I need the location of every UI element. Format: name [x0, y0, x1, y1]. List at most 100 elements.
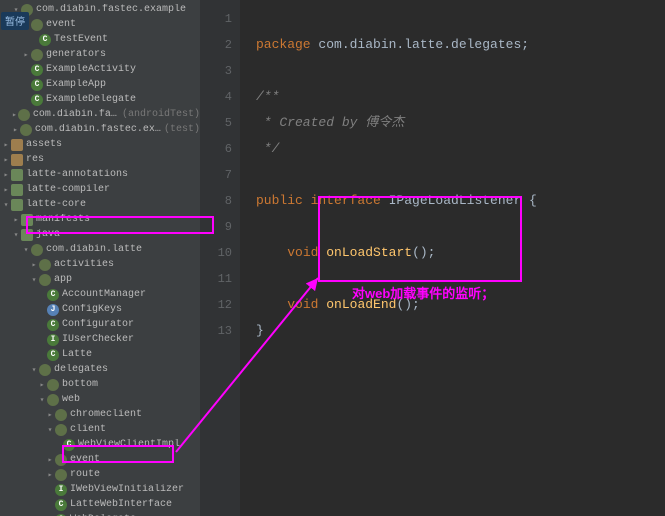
tree-node[interactable]: ▸bottom [0, 377, 200, 392]
tree-label: com.diabin.fastec.example [36, 4, 186, 15]
tree-label: IWebViewInitializer [70, 484, 184, 495]
class-icon: C [31, 64, 43, 76]
tree-node[interactable]: ▸ com.diabin.fastec.example (androidTest) [0, 107, 200, 122]
tree-node[interactable]: IIWebViewInitializer [0, 482, 200, 497]
tree-node[interactable]: ▸ assets [0, 137, 200, 152]
tree-node[interactable]: ▸chromeclient [0, 407, 200, 422]
code-editor[interactable]: 12345678910111213 package com.diabin.lat… [200, 0, 665, 516]
tree-node[interactable]: ▸manifests [0, 212, 200, 227]
expand-arrow-icon[interactable]: ▸ [12, 110, 17, 120]
tree-node[interactable]: ▸activities [0, 257, 200, 272]
tree-node[interactable]: ▾com.diabin.fastec.example [0, 2, 200, 17]
pkg-icon [39, 364, 51, 376]
expand-arrow-icon[interactable]: ▾ [2, 200, 10, 210]
expand-arrow-icon[interactable]: ▸ [2, 185, 10, 195]
pkg-icon [47, 394, 59, 406]
tree-node[interactable]: CLatte [0, 347, 200, 362]
tree-node[interactable]: ▾ client [0, 422, 200, 437]
tree-node[interactable]: ▾ com.diabin.latte [0, 242, 200, 257]
tree-node[interactable]: IIUserChecker [0, 332, 200, 347]
tree-node[interactable]: ▾ java [0, 227, 200, 242]
folder2-icon [11, 139, 23, 151]
line-number: 1 [200, 6, 232, 32]
tree-label-dim: (test) [164, 124, 200, 135]
tree-node[interactable]: CWebDelegate [0, 512, 200, 516]
line-number: 10 [200, 240, 232, 266]
tree-node[interactable]: CExampleActivity [0, 62, 200, 77]
line-number: 12 [200, 292, 232, 318]
tree-node[interactable]: CExampleDelegate [0, 92, 200, 107]
tree-node[interactable]: CAccountManager [0, 287, 200, 302]
pkg-icon [55, 424, 67, 436]
tree-label: AccountManager [62, 289, 146, 300]
expand-arrow-icon[interactable]: ▸ [46, 455, 54, 465]
line-number: 8 [200, 188, 232, 214]
tree-label: Latte [62, 349, 92, 360]
expand-arrow-icon[interactable]: ▸ [38, 380, 46, 390]
expand-arrow-icon[interactable]: ▸ [2, 170, 10, 180]
line-number: 11 [200, 266, 232, 292]
expand-arrow-icon[interactable]: ▾ [30, 365, 38, 375]
tree-node[interactable]: CExampleApp [0, 77, 200, 92]
tree-node[interactable]: CWebViewClientImpl [0, 437, 200, 452]
expand-arrow-icon[interactable]: ▾ [22, 245, 30, 255]
expand-arrow-icon[interactable]: ▸ [2, 140, 10, 150]
tree-label: latte-compiler [26, 184, 110, 195]
editor-code[interactable]: package com.diabin.latte.delegates; /** … [240, 0, 665, 516]
tree-label: java [36, 229, 60, 240]
expand-arrow-icon[interactable]: ▾ [30, 275, 38, 285]
tree-label: TestEvent [54, 34, 108, 45]
pkg-icon [18, 109, 30, 121]
tree-node[interactable]: ▾app [0, 272, 200, 287]
project-tree[interactable]: ▾com.diabin.fastec.example▾eventCTestEve… [0, 0, 200, 516]
expand-arrow-icon[interactable]: ▸ [12, 125, 19, 135]
expand-arrow-icon[interactable]: ▾ [46, 425, 54, 435]
pkg-icon [39, 259, 51, 271]
tree-node[interactable]: ▾latte-core [0, 197, 200, 212]
class-icon: C [55, 499, 67, 511]
folder-icon [11, 184, 23, 196]
tree-label: latte-annotations [26, 169, 128, 180]
tree-node[interactable]: ▸ com.diabin.fastec.example (test) [0, 122, 200, 137]
tree-node[interactable]: JConfigKeys [0, 302, 200, 317]
line-number: 3 [200, 58, 232, 84]
folder-icon [21, 214, 33, 226]
tree-node[interactable]: ▸route [0, 467, 200, 482]
project-sidebar[interactable]: 暂停 ▾com.diabin.fastec.example▾eventCTest… [0, 0, 200, 516]
class-icon: C [47, 289, 59, 301]
expand-arrow-icon[interactable]: ▸ [30, 260, 38, 270]
tree-label: client [70, 424, 106, 435]
line-number: 4 [200, 84, 232, 110]
expand-arrow-icon[interactable]: ▸ [12, 215, 20, 225]
expand-arrow-icon[interactable]: ▸ [46, 410, 54, 420]
folder-icon [11, 199, 23, 211]
expand-arrow-icon[interactable]: ▸ [2, 155, 10, 165]
expand-arrow-icon[interactable]: ▸ [46, 470, 54, 480]
expand-arrow-icon[interactable]: ▾ [12, 230, 20, 240]
tree-node[interactable]: ▸ latte-compiler [0, 182, 200, 197]
tree-node[interactable]: ▸generators [0, 47, 200, 62]
tree-node[interactable]: ▸ latte-annotations [0, 167, 200, 182]
tree-label: com.diabin.latte [46, 244, 142, 255]
tree-label: assets [26, 139, 62, 150]
tree-node[interactable]: ▾web [0, 392, 200, 407]
ide-root: 暂停 ▾com.diabin.fastec.example▾eventCTest… [0, 0, 665, 516]
tree-node[interactable]: ▸res [0, 152, 200, 167]
pkg-icon [31, 49, 43, 61]
line-number: 13 [200, 318, 232, 344]
tree-node[interactable]: ▾delegates [0, 362, 200, 377]
tree-node[interactable]: ▾event [0, 17, 200, 32]
java-icon: J [47, 304, 59, 316]
tree-node[interactable]: CLatteWebInterface [0, 497, 200, 512]
tree-node[interactable]: CConfigurator [0, 317, 200, 332]
tree-label: com.diabin.fastec.example [35, 124, 164, 135]
tree-label: event [46, 19, 76, 30]
class-icon: C [31, 79, 43, 91]
tree-label-dim: (androidTest) [122, 109, 200, 120]
tree-label: com.diabin.fastec.example [33, 109, 122, 120]
tree-node[interactable]: ▸event [0, 452, 200, 467]
tree-node[interactable]: CTestEvent [0, 32, 200, 47]
expand-arrow-icon[interactable]: ▸ [22, 50, 30, 60]
tree-label: Configurator [62, 319, 134, 330]
expand-arrow-icon[interactable]: ▾ [38, 395, 46, 405]
